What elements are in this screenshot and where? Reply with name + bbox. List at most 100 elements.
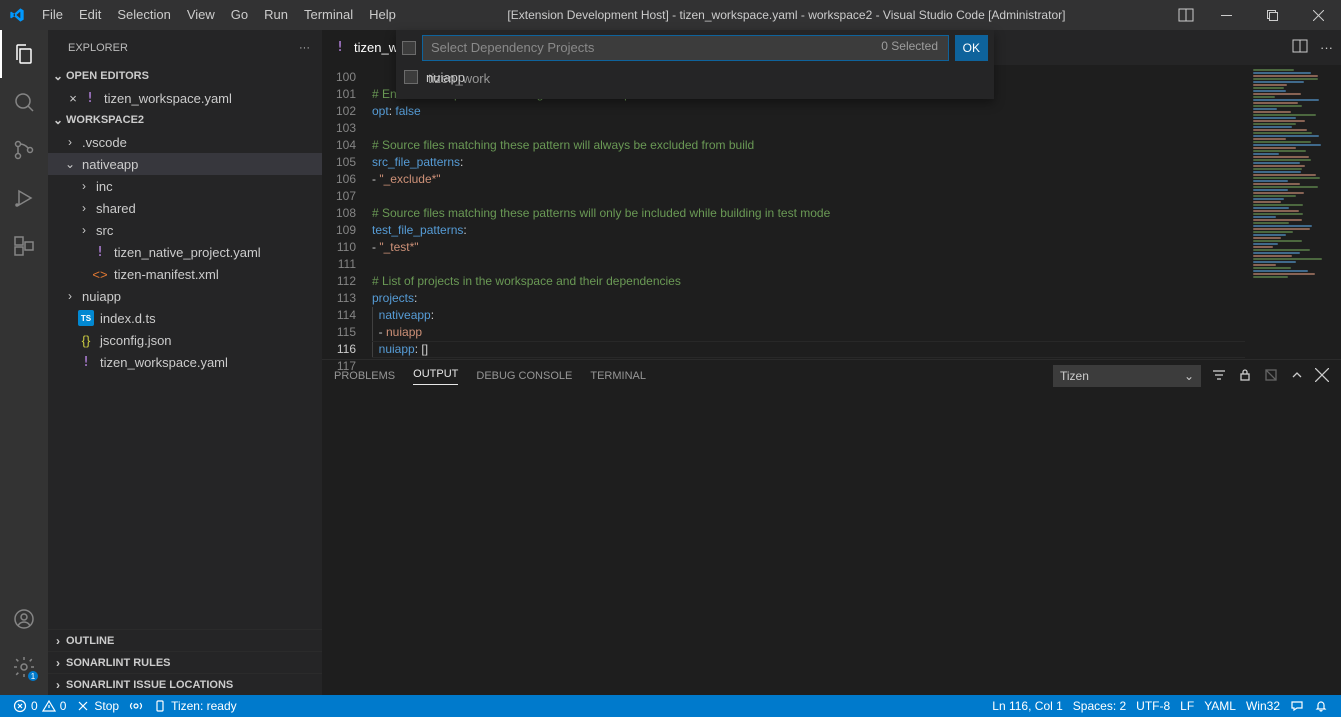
tree-item-src[interactable]: ›src	[48, 219, 322, 241]
spaces-label: Spaces: 2	[1073, 699, 1126, 713]
tree-item-tizen-workspace-yaml[interactable]: !tizen_workspace.yaml	[48, 351, 322, 373]
tree-item-label: nuiapp	[82, 289, 121, 304]
status-ln-col[interactable]: Ln 116, Col 1	[987, 695, 1068, 717]
chevron-right-icon: ›	[76, 179, 92, 193]
status-language[interactable]: YAML	[1199, 695, 1241, 717]
minimize-button[interactable]	[1203, 0, 1249, 30]
xml-file-icon: <>	[92, 266, 108, 282]
editor-tabs: ! tizen_works ··· 0 Selected OK ! tizen_…	[322, 30, 1341, 65]
status-os[interactable]: Win32	[1241, 695, 1285, 717]
status-errors[interactable]: 0 0	[8, 695, 71, 717]
status-spaces[interactable]: Spaces: 2	[1068, 695, 1131, 717]
close-panel-icon[interactable]	[1315, 368, 1329, 385]
activity-search-icon[interactable]	[0, 78, 48, 126]
tree-item-label: .vscode	[82, 135, 127, 150]
status-encoding[interactable]: UTF-8	[1131, 695, 1175, 717]
activity-run-debug-icon[interactable]	[0, 174, 48, 222]
lang-label: YAML	[1204, 699, 1236, 713]
sonarlint-rules-header[interactable]: › SONARLINT RULES	[48, 651, 322, 673]
chevron-down-icon: ⌄	[50, 113, 66, 127]
sidebar-title-text: EXPLORER	[68, 42, 128, 54]
tree-item-inc[interactable]: ›inc	[48, 175, 322, 197]
clear-output-icon[interactable]	[1263, 367, 1279, 386]
open-editor-label: tizen_workspace.yaml	[104, 91, 232, 106]
yaml-file-icon: !	[82, 90, 98, 106]
status-bell-icon[interactable]	[1309, 695, 1333, 717]
maximize-button[interactable]	[1249, 0, 1295, 30]
menu-selection[interactable]: Selection	[109, 0, 178, 30]
close-icon[interactable]: ×	[64, 91, 82, 106]
activity-account-icon[interactable]	[0, 595, 48, 643]
menu-terminal[interactable]: Terminal	[296, 0, 361, 30]
main-area: 1 EXPLORER ··· ⌄ OPEN EDITORS × ! tizen_…	[0, 30, 1341, 695]
dependency-picker: 0 Selected OK ! tizen_work nuiapp	[396, 30, 994, 99]
selection-count: 0 Selected	[881, 39, 938, 53]
stop-label: Stop	[94, 699, 119, 713]
sidebar-title: EXPLORER ···	[48, 30, 322, 65]
menu-go[interactable]: Go	[223, 0, 256, 30]
ts-file-icon: TS	[78, 310, 94, 326]
activity-explorer-icon[interactable]	[0, 30, 48, 78]
tree-item-index-d-ts[interactable]: TS index.d.ts	[48, 307, 322, 329]
split-editor-icon[interactable]	[1292, 38, 1308, 57]
option-checkbox[interactable]	[404, 70, 418, 84]
sonarlint-issues-label: SONARLINT ISSUE LOCATIONS	[66, 679, 233, 691]
tree-item-label: tizen-manifest.xml	[114, 267, 219, 282]
menu-help[interactable]: Help	[361, 0, 404, 30]
menu-run[interactable]: Run	[256, 0, 296, 30]
tree-item-nativeapp[interactable]: ⌄nativeapp	[48, 153, 322, 175]
status-live-icon[interactable]	[124, 695, 148, 717]
open-editors-label: OPEN EDITORS	[66, 70, 149, 82]
minimap[interactable]	[1245, 65, 1341, 359]
workspace-label: WORKSPACE2	[66, 114, 144, 126]
tizen-label: Tizen: ready	[171, 699, 237, 713]
sonarlint-issues-header[interactable]: › SONARLINT ISSUE LOCATIONS	[48, 673, 322, 695]
status-stop[interactable]: Stop	[71, 695, 124, 717]
sidebar-more-icon[interactable]: ···	[299, 42, 310, 54]
output-body[interactable]	[322, 392, 1341, 695]
activity-bar: 1	[0, 30, 48, 695]
outline-header[interactable]: › OUTLINE	[48, 629, 322, 651]
tree-item-tizen-native-project-yaml[interactable]: !tizen_native_project.yaml	[48, 241, 322, 263]
menu-view[interactable]: View	[179, 0, 223, 30]
tree-item-shared[interactable]: ›shared	[48, 197, 322, 219]
layout-toggle-icon[interactable]	[1169, 7, 1203, 23]
status-tizen[interactable]: Tizen: ready	[148, 695, 242, 717]
status-eol[interactable]: LF	[1175, 695, 1199, 717]
sidebar: EXPLORER ··· ⌄ OPEN EDITORS × ! tizen_wo…	[48, 30, 322, 695]
tree-item-label: index.d.ts	[100, 311, 156, 326]
file-tree: ›.vscode⌄nativeapp›inc›shared›src!tizen_…	[48, 131, 322, 629]
chevron-right-icon: ›	[50, 634, 66, 648]
collapse-panel-icon[interactable]	[1289, 367, 1305, 386]
code-content[interactable]: # Enable size optimization of wgt for we…	[372, 65, 1245, 359]
workspace-header[interactable]: ⌄ WORKSPACE2	[48, 109, 322, 131]
status-feedback-icon[interactable]	[1285, 695, 1309, 717]
activity-extensions-icon[interactable]	[0, 222, 48, 270]
tree-item-jsconfig-json[interactable]: {}jsconfig.json	[48, 329, 322, 351]
vscode-logo-icon	[0, 7, 34, 23]
close-button[interactable]	[1295, 0, 1341, 30]
open-editors-header[interactable]: ⌄ OPEN EDITORS	[48, 65, 322, 87]
status-bar: 0 0 Stop Tizen: ready Ln 116, Col 1 Spac…	[0, 695, 1341, 717]
menu-file[interactable]: File	[34, 0, 71, 30]
open-editor-item[interactable]: × ! tizen_workspace.yaml	[48, 87, 322, 109]
menu-edit[interactable]: Edit	[71, 0, 109, 30]
ok-button[interactable]: OK	[955, 35, 988, 61]
chevron-right-icon: ›	[62, 135, 78, 149]
tree-item-nuiapp[interactable]: ›nuiapp	[48, 285, 322, 307]
editor-area: ! tizen_works ··· 0 Selected OK ! tizen_…	[322, 30, 1341, 695]
tree-item--vscode[interactable]: › .vscode	[48, 131, 322, 153]
encoding-label: UTF-8	[1136, 699, 1170, 713]
chevron-down-icon: ⌄	[50, 69, 66, 83]
menu-bar: FileEditSelectionViewGoRunTerminalHelp	[34, 0, 404, 30]
more-actions-icon[interactable]: ···	[1320, 40, 1333, 55]
dependency-search-input[interactable]	[422, 35, 949, 61]
title-bar: FileEditSelectionViewGoRunTerminalHelp […	[0, 0, 1341, 30]
code-editor[interactable]: 1001011021031041051061071081091101111121…	[322, 65, 1341, 359]
activity-settings-icon[interactable]: 1	[0, 643, 48, 691]
eol-label: LF	[1180, 699, 1194, 713]
select-all-checkbox[interactable]	[402, 41, 416, 55]
lncol-label: Ln 116, Col 1	[992, 699, 1063, 713]
tree-item-tizen-manifest-xml[interactable]: <> tizen-manifest.xml	[48, 263, 322, 285]
activity-source-control-icon[interactable]	[0, 126, 48, 174]
